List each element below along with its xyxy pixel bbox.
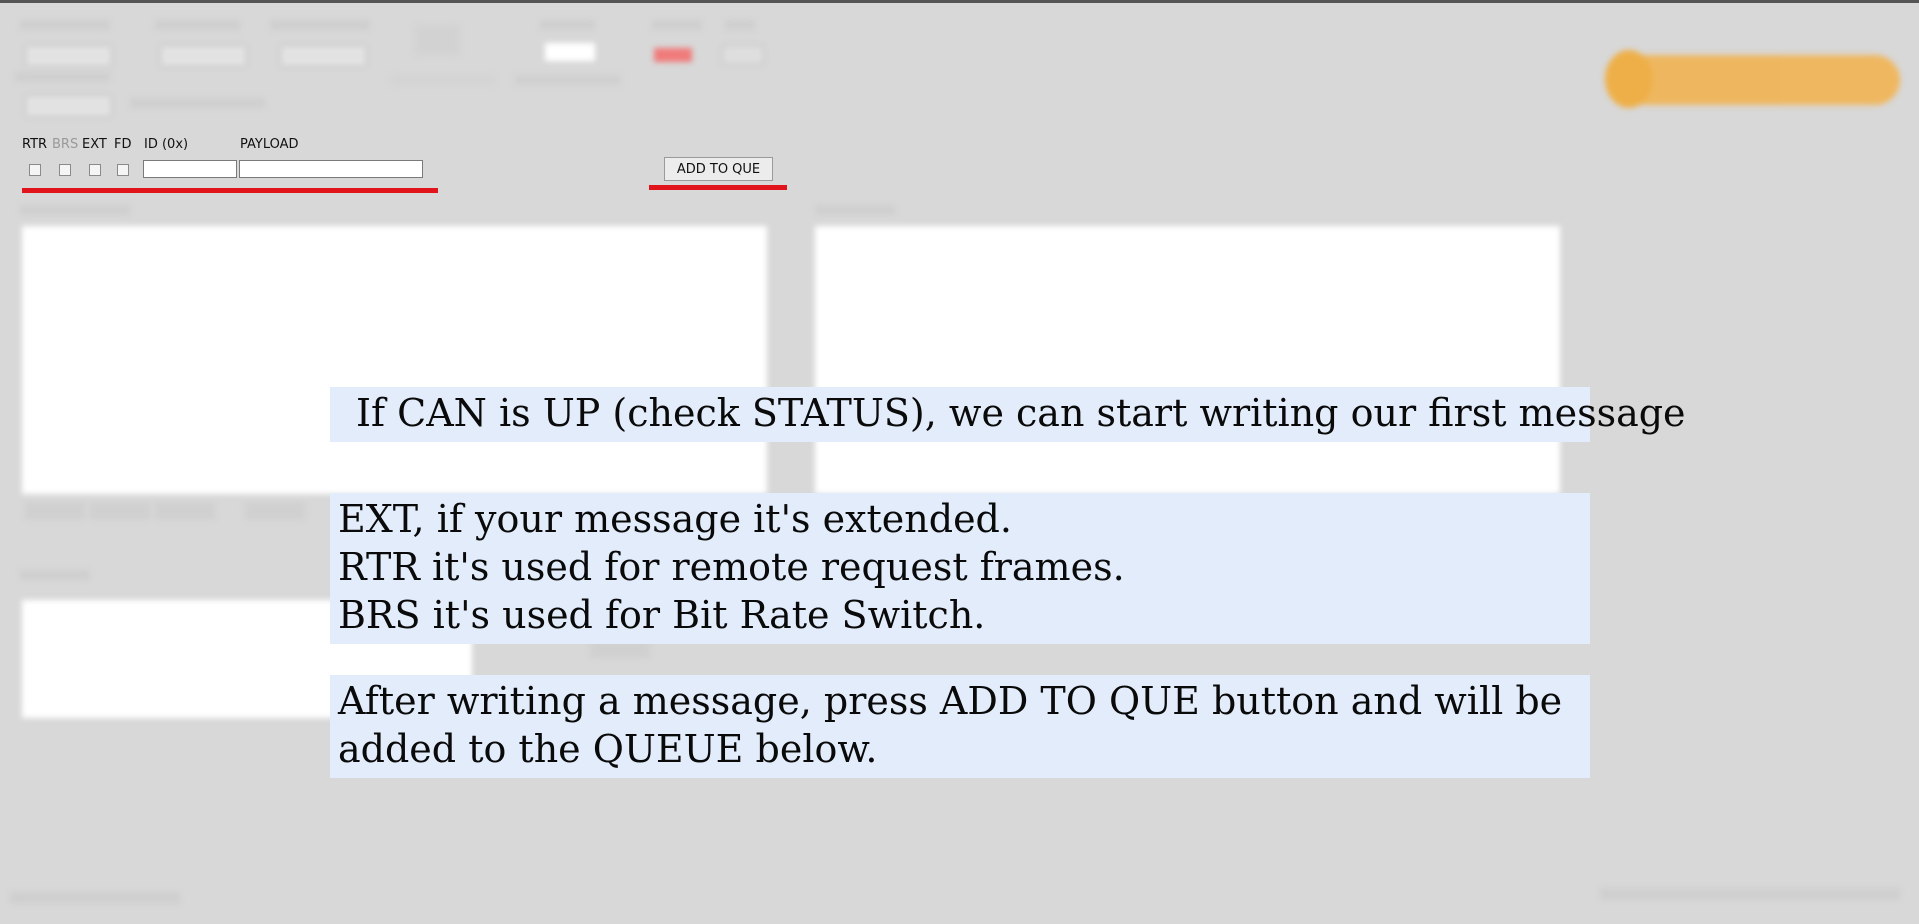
blurred-label bbox=[652, 20, 702, 30]
blurred-label bbox=[130, 98, 265, 108]
input-highlight-underline bbox=[22, 188, 438, 193]
blurred-label bbox=[540, 20, 595, 30]
callout-queue-line-2: added to the QUEUE below. bbox=[338, 727, 878, 771]
blurred-button bbox=[722, 45, 764, 65]
blurred-input bbox=[545, 43, 595, 61]
blurred-label bbox=[270, 20, 370, 30]
message-log-panel bbox=[22, 226, 767, 494]
blurred-dropdown bbox=[160, 45, 247, 67]
callout-queue-line-1: After writing a message, press ADD TO QU… bbox=[338, 679, 1563, 723]
blurred-label bbox=[725, 20, 755, 30]
payload-input[interactable] bbox=[239, 160, 423, 178]
blurred-label bbox=[390, 75, 495, 85]
blurred-label bbox=[515, 75, 620, 85]
company-logo bbox=[1605, 50, 1900, 108]
add-to-que-button[interactable]: ADD TO QUE bbox=[664, 157, 773, 181]
callout-flags-tip: EXT, if your message it's extended. RTR … bbox=[330, 493, 1590, 644]
payload-label: PAYLOAD bbox=[240, 137, 299, 152]
callout-rtr-text: RTR it's used for remote request frames. bbox=[338, 545, 1125, 589]
rtr-checkbox[interactable] bbox=[29, 164, 41, 176]
brs-label: BRS bbox=[52, 137, 79, 152]
id-input[interactable] bbox=[143, 160, 237, 178]
blurred-label bbox=[155, 20, 240, 30]
button-highlight-underline bbox=[649, 185, 787, 190]
rtr-label: RTR bbox=[22, 137, 48, 152]
blurred-button bbox=[90, 502, 150, 520]
ext-checkbox[interactable] bbox=[89, 164, 101, 176]
brs-checkbox[interactable] bbox=[59, 164, 71, 176]
right-data-panel bbox=[815, 226, 1560, 494]
blurred-dropdown bbox=[25, 95, 112, 117]
window-top-border bbox=[0, 0, 1919, 3]
fd-label: FD bbox=[114, 137, 132, 152]
ext-label: EXT bbox=[82, 137, 107, 152]
blurred-panel-title bbox=[815, 205, 895, 215]
callout-status-tip: If CAN is UP (check STATUS), we can star… bbox=[330, 387, 1686, 442]
callout-brs-text: BRS it's used for Bit Rate Switch. bbox=[338, 593, 986, 637]
blurred-dropdown bbox=[280, 45, 367, 67]
blurred-dropdown bbox=[25, 45, 112, 67]
blurred-label bbox=[15, 72, 110, 82]
blurred-footer-right bbox=[1600, 888, 1900, 900]
callout-ext-text: EXT, if your message it's extended. bbox=[338, 497, 1012, 541]
app-window: RTR BRS EXT FD ID (0x) PAYLOAD ADD TO QU… bbox=[0, 0, 1919, 924]
callout-status-text: If CAN is UP (check STATUS), we can star… bbox=[356, 391, 1686, 435]
id-label: ID (0x) bbox=[144, 137, 189, 152]
blurred-status-value bbox=[654, 48, 692, 62]
blurred-button bbox=[25, 502, 85, 520]
callout-queue-tip: After writing a message, press ADD TO QU… bbox=[330, 675, 1590, 778]
blurred-footer-left bbox=[10, 892, 180, 904]
blurred-button bbox=[245, 502, 305, 520]
blurred-icon bbox=[415, 25, 460, 55]
blurred-panel-title bbox=[20, 205, 130, 215]
blurred-panel-title bbox=[20, 570, 90, 580]
fd-checkbox[interactable] bbox=[117, 164, 129, 176]
blurred-button bbox=[155, 502, 215, 520]
blurred-label bbox=[20, 20, 110, 30]
